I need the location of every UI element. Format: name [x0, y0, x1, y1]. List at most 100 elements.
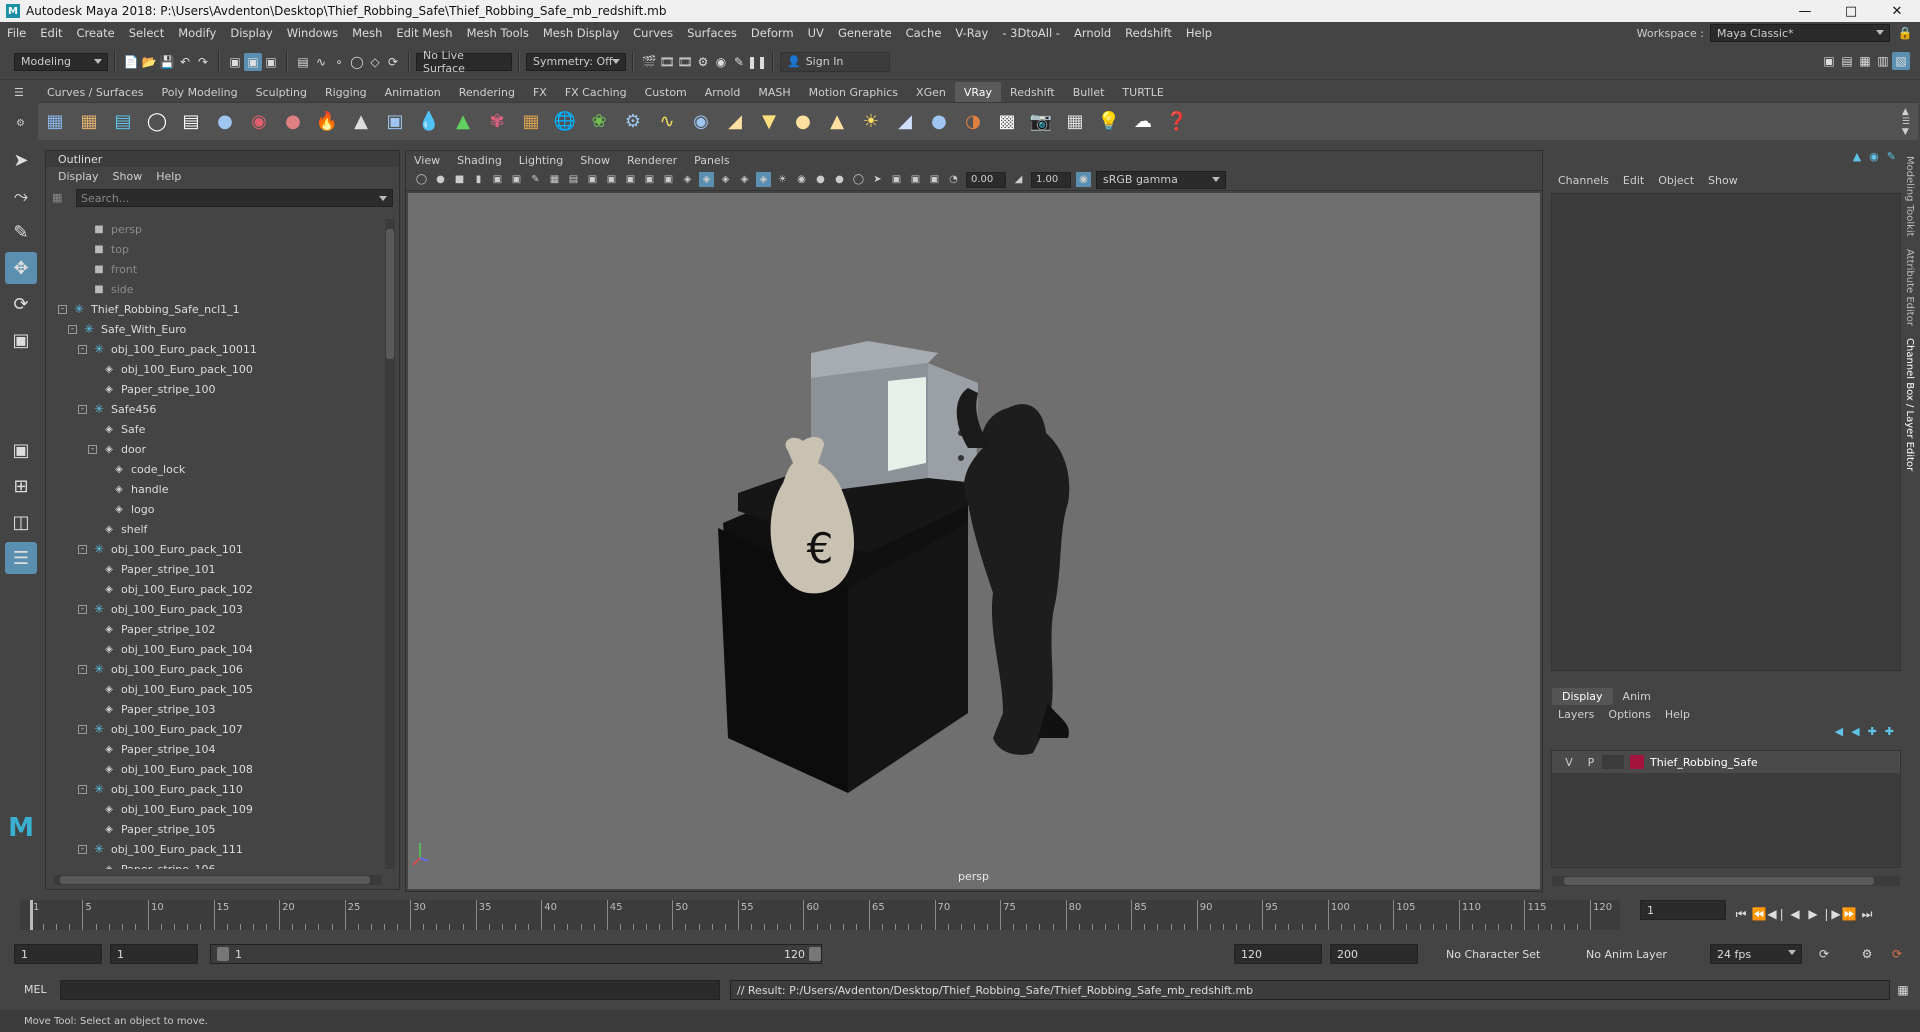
vray-curve-icon[interactable]: ∿	[652, 107, 682, 137]
outliner-item[interactable]: ◈ obj_100_Euro_pack_102	[46, 579, 386, 599]
channel-edit-icon[interactable]: ✎	[1887, 150, 1896, 164]
current-frame-field[interactable]: 1	[1640, 900, 1726, 920]
vray-sphere-grid-icon[interactable]: 🌐	[550, 107, 580, 137]
viewport-menu-show[interactable]: Show	[580, 154, 610, 167]
shelf-tab[interactable]: Poly Modeling	[153, 82, 247, 102]
depth-of-field-icon[interactable]: ◯	[851, 172, 866, 187]
shelf-tab[interactable]: Redshift	[1001, 82, 1064, 102]
layer-playback-toggle[interactable]: P	[1580, 756, 1602, 769]
2d-pan-icon[interactable]: ▣	[509, 172, 524, 187]
go-to-start-icon[interactable]: ⏮	[1732, 905, 1750, 923]
undo-icon[interactable]: ↶	[176, 53, 194, 71]
multisample-aa-icon[interactable]: ●	[832, 172, 847, 187]
animation-start-field[interactable]: 1	[14, 944, 102, 964]
vray-rect-light-icon[interactable]: ◢	[720, 107, 750, 137]
menu-cache[interactable]: Cache	[899, 26, 949, 40]
outliner-item[interactable]: ◈ Paper_stripe_102	[46, 619, 386, 639]
outliner-item[interactable]: - ◈ door	[46, 439, 386, 459]
channel-filter-icon[interactable]: ▲	[1853, 150, 1861, 164]
render-sequence-icon[interactable]: 🎞	[658, 53, 676, 71]
vray-texture-icon[interactable]: ▦	[516, 107, 546, 137]
vray-fur-icon[interactable]: ✾	[482, 107, 512, 137]
fps-dropdown[interactable]: 24 fps	[1710, 944, 1802, 964]
expand-toggle-icon[interactable]: -	[88, 444, 97, 454]
vray-ipr-icon[interactable]: ▦	[74, 107, 104, 137]
shelf-tab[interactable]: XGen	[907, 82, 955, 102]
symmetry-dropdown[interactable]: Symmetry: Off	[526, 52, 626, 71]
channel-menu-object[interactable]: Object	[1658, 174, 1694, 187]
character-set-dropdown[interactable]: No Character Set	[1440, 944, 1570, 964]
isolate-select-icon[interactable]: ➤	[870, 172, 885, 187]
ipr-render-icon[interactable]: 🎞	[676, 53, 694, 71]
menu-redshift[interactable]: Redshift	[1118, 26, 1179, 40]
scale-tool-icon[interactable]: ▣	[5, 324, 37, 356]
outliner-menu-display[interactable]: Display	[58, 170, 99, 183]
render-frame-icon[interactable]: 🎬	[640, 53, 658, 71]
outliner-item[interactable]: ◈ obj_100_Euro_pack_105	[46, 679, 386, 699]
shelf-tab[interactable]: MASH	[749, 82, 799, 102]
outliner-persp-layout-icon[interactable]: ☰	[5, 542, 37, 574]
shelf-tab[interactable]: Rigging	[316, 82, 376, 102]
layer-menu-help[interactable]: Help	[1665, 708, 1690, 721]
outliner-vscrollbar[interactable]	[385, 219, 395, 869]
step-back-key-icon[interactable]: ⏪	[1750, 905, 1768, 923]
menu-curves[interactable]: Curves	[626, 26, 680, 40]
viewport-menu-shading[interactable]: Shading	[457, 154, 502, 167]
shelf-tab[interactable]: Curves / Surfaces	[38, 82, 153, 102]
view-transform-dropdown[interactable]: sRGB gamma	[1096, 170, 1226, 189]
menu-modify[interactable]: Modify	[171, 26, 223, 40]
safe-title-icon[interactable]: ▣	[661, 172, 676, 187]
layer-menu-layers[interactable]: Layers	[1558, 708, 1594, 721]
expand-toggle-icon[interactable]: -	[68, 324, 77, 334]
shelf-tab[interactable]: Sculpting	[247, 82, 316, 102]
viewport-menu-panels[interactable]: Panels	[694, 154, 729, 167]
outliner-item[interactable]: ◈ Paper_stripe_103	[46, 699, 386, 719]
outliner-hscrollbar[interactable]	[54, 875, 382, 885]
outliner-item[interactable]: ◈ obj_100_Euro_pack_108	[46, 759, 386, 779]
vray-logo-icon[interactable]: ◯	[142, 107, 172, 137]
xray-active-icon[interactable]: ▣	[908, 172, 923, 187]
play-forward-icon[interactable]: ▶	[1804, 905, 1822, 923]
side-tab-modeling-toolkit[interactable]: Modeling Toolkit	[1904, 150, 1915, 243]
vray-sphere-light-icon[interactable]: ●	[788, 107, 818, 137]
vray-multi-material-icon[interactable]: ◉	[244, 107, 274, 137]
expand-toggle-icon[interactable]: -	[78, 344, 87, 354]
vray-gear-icon[interactable]: ⚙	[618, 107, 648, 137]
select-component-icon[interactable]: ▣	[262, 53, 280, 71]
grease-pencil-icon[interactable]: ✎	[528, 172, 543, 187]
outliner-item[interactable]: - ✳ obj_100_Euro_pack_110	[46, 779, 386, 799]
paint-select-tool-icon[interactable]: ✎	[5, 216, 37, 248]
shelf-settings-icon[interactable]: ⚙	[16, 118, 25, 129]
channel-menu-edit[interactable]: Edit	[1623, 174, 1644, 187]
shelf-tab[interactable]: Rendering	[450, 82, 524, 102]
outliner-item[interactable]: ◈ Paper_stripe_100	[46, 379, 386, 399]
lasso-tool-icon[interactable]: ⤳	[5, 180, 37, 212]
vray-ies-light-icon[interactable]: ▲	[822, 107, 852, 137]
shelf-tab-vray[interactable]: VRay	[954, 82, 1002, 102]
move-layer-down-icon[interactable]: ◀	[1851, 725, 1859, 738]
viewport-3d-scene[interactable]: € persp	[408, 193, 1540, 889]
film-gate-icon[interactable]: ▤	[566, 172, 581, 187]
viewport-menu-lighting[interactable]: Lighting	[519, 154, 563, 167]
expand-toggle-icon[interactable]: -	[78, 664, 87, 674]
step-forward-key-icon[interactable]: ⏩	[1840, 905, 1858, 923]
range-end-handle[interactable]	[809, 947, 821, 961]
xray-icon[interactable]: ▣	[889, 172, 904, 187]
image-plane-icon[interactable]: ▣	[490, 172, 505, 187]
pause-icon[interactable]: ❚❚	[747, 53, 767, 71]
textured-icon[interactable]: ◈	[737, 172, 752, 187]
outliner-item[interactable]: - ✳ obj_100_Euro_pack_10011	[46, 339, 386, 359]
shadows-icon[interactable]: ☀	[775, 172, 790, 187]
grid-icon[interactable]: ▦	[547, 172, 562, 187]
menu-mesh-display[interactable]: Mesh Display	[536, 26, 626, 40]
menu-generate[interactable]: Generate	[831, 26, 899, 40]
step-forward-frame-icon[interactable]: ❘▶	[1821, 905, 1840, 923]
loop-icon[interactable]: ⟳	[1815, 945, 1833, 963]
outliner-item[interactable]: ◈ Paper_stripe_105	[46, 819, 386, 839]
vray-frame-buffer-icon[interactable]: ▤	[108, 107, 138, 137]
channel-menu-show[interactable]: Show	[1708, 174, 1738, 187]
vray-blend-material-icon[interactable]: ●	[278, 107, 308, 137]
step-back-frame-icon[interactable]: ◀❘	[1767, 905, 1786, 923]
gamma-field[interactable]: 1.00	[1031, 171, 1071, 188]
shelf-tab[interactable]: Bullet	[1064, 82, 1114, 102]
